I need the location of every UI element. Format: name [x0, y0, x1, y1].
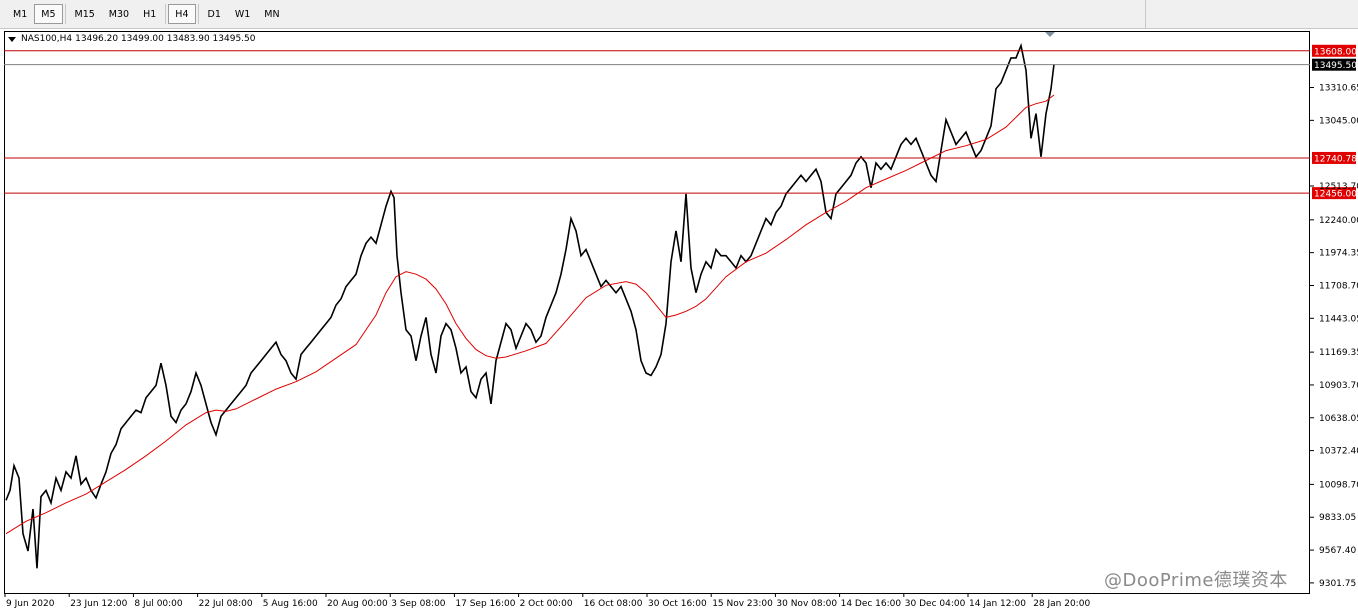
time-axis-label: 8 Jul 00:00 — [134, 599, 183, 609]
watermark: @DooPrime德璞资本 — [1104, 570, 1288, 591]
price-axis-label: 12513.70 — [1319, 182, 1358, 192]
time-axis-label: 30 Oct 16:00 — [648, 599, 707, 609]
time-axis-label: 15 Nov 23:00 — [712, 599, 773, 609]
time-axis-label: 9 Jun 2020 — [6, 599, 55, 609]
time-axis-label: 30 Nov 08:00 — [776, 599, 837, 609]
time-axis-label: 3 Sep 08:00 — [391, 599, 446, 609]
time-axis-label: 16 Oct 08:00 — [584, 599, 643, 609]
time-axis-label: 14 Jan 12:00 — [969, 599, 1026, 609]
price-line — [5, 42, 1055, 569]
price-axis-label: 10638.05 — [1319, 414, 1358, 424]
chart-header: NAS100,H4 13496.20 13499.00 13483.90 134… — [8, 34, 256, 44]
price-axis-label: 9301.75 — [1319, 579, 1356, 589]
collapse-triangle-icon[interactable] — [8, 36, 16, 42]
current_price-price-tag: 13495.50 — [1312, 58, 1357, 71]
time-axis-label: 28 Jan 20:00 — [1033, 599, 1090, 609]
price-axis-label: 13310.65 — [1319, 84, 1358, 94]
time-axis-label: 20 Aug 00:00 — [327, 599, 388, 609]
time-axis-label: 5 Aug 16:00 — [263, 599, 318, 609]
price-axis-label: 9567.40 — [1319, 546, 1356, 556]
price-axis-label: 11708.70 — [1319, 281, 1358, 291]
price-chart[interactable]: 13608.0013495.5012740.7812456.0013310.65… — [0, 0, 1358, 616]
time-axis-label: 30 Dec 04:00 — [905, 599, 966, 609]
price-axis-label: 9833.05 — [1319, 513, 1356, 523]
time-axis-label: 23 Jun 12:00 — [70, 599, 127, 609]
price-axis-label: 11443.05 — [1319, 314, 1358, 324]
price-axis-label: 12240.00 — [1319, 216, 1358, 226]
resistance-price-tag: 13608.00 — [1312, 44, 1357, 57]
price-axis-label: 13045.00 — [1319, 116, 1358, 126]
support-price-tag: 12740.78 — [1312, 151, 1357, 164]
symbol-label: NAS100,H4 — [21, 34, 73, 44]
ohlc-values: 13496.20 13499.00 13483.90 13495.50 — [75, 34, 256, 44]
time-axis-label: 22 Jul 08:00 — [199, 599, 253, 609]
price-axis-label: 11169.35 — [1319, 348, 1358, 358]
price-axis-label: 10903.70 — [1319, 381, 1358, 391]
price-tag-text: 13495.50 — [1314, 61, 1357, 71]
price-axis-label: 11974.35 — [1319, 249, 1358, 259]
moving-average-line — [5, 94, 1055, 535]
price-axis-label: 10098.70 — [1319, 480, 1358, 490]
time-axis-label: 17 Sep 16:00 — [455, 599, 515, 609]
price-tag-text: 12740.78 — [1314, 154, 1357, 164]
price-axis-label: 10372.40 — [1319, 447, 1358, 457]
price-tag-text: 13608.00 — [1314, 47, 1357, 57]
time-axis-label: 14 Dec 16:00 — [841, 599, 902, 609]
chart-shift-marker-icon — [1045, 32, 1055, 37]
time-axis-label: 2 Oct 00:00 — [520, 599, 573, 609]
